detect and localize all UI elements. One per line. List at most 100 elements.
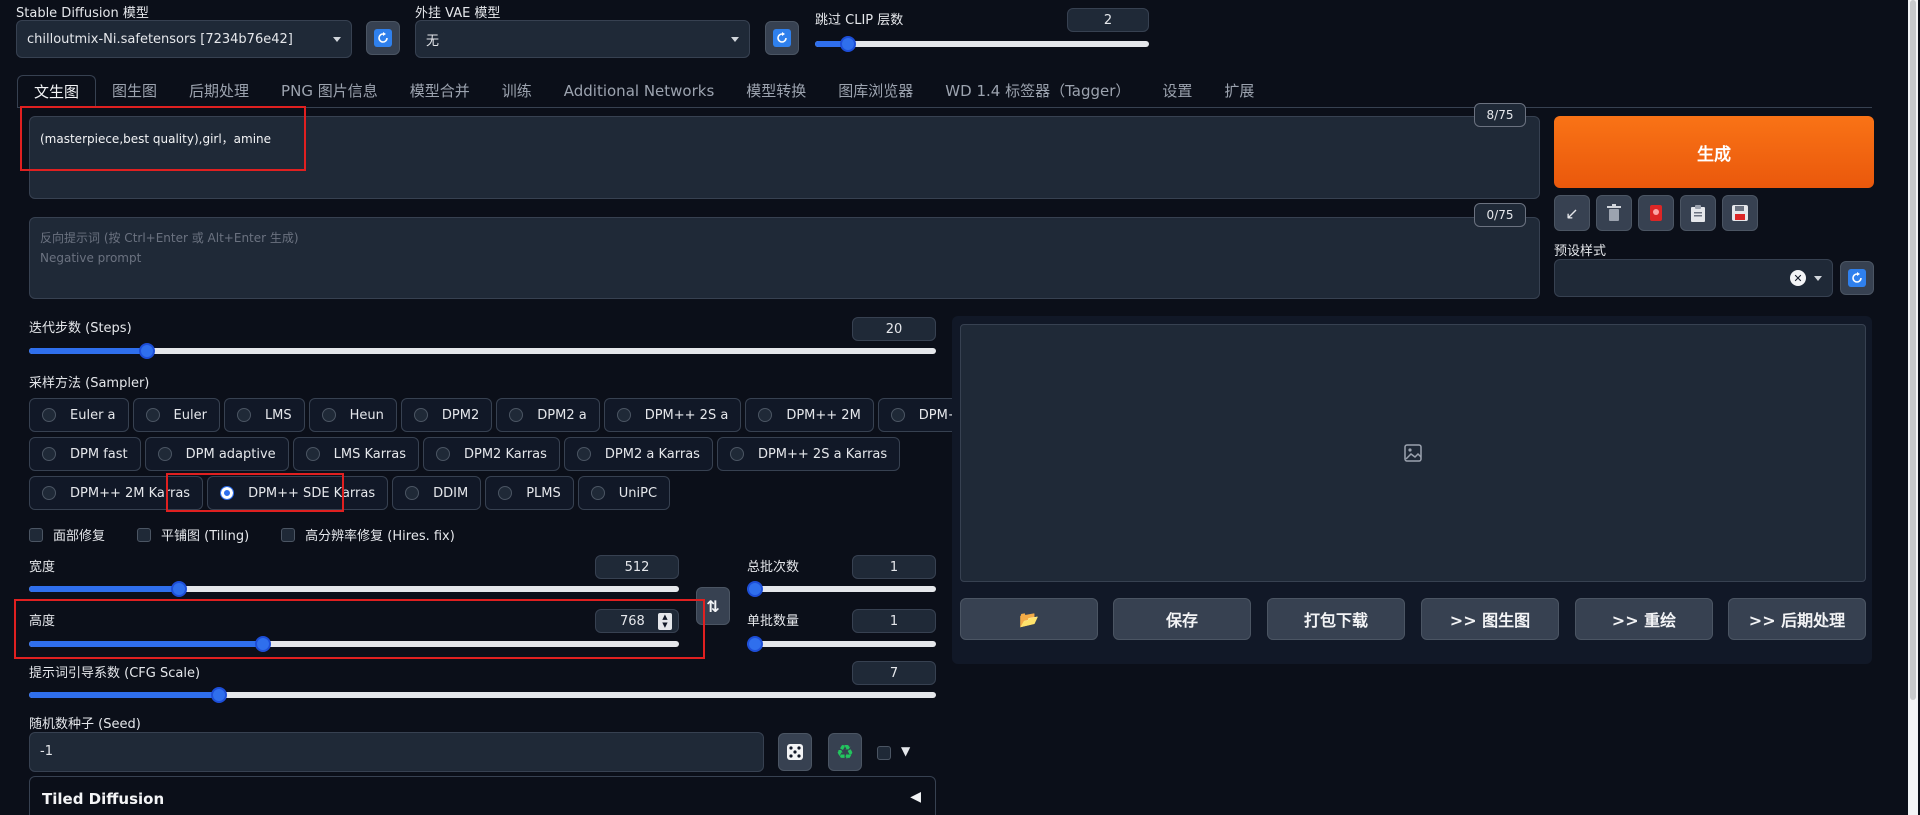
sampler-option[interactable]: DPM fast [29,437,141,471]
sampler-option[interactable]: Euler a [29,398,129,432]
tab-3[interactable]: PNG 图片信息 [265,75,394,108]
send-to-img2img-button[interactable]: >> 图生图 [1421,598,1559,640]
reuse-seed-button[interactable]: ♻ [828,733,862,771]
sampler-option[interactable]: LMS [223,398,305,432]
sampler-option[interactable]: DPM2 a [496,398,600,432]
sampler-option[interactable]: LMS Karras [292,437,419,471]
tab-0[interactable]: 文生图 [17,75,97,108]
batch-count-slider[interactable] [747,581,936,597]
seed-input[interactable]: -1 [29,732,764,772]
image-preview[interactable] [960,324,1866,582]
sampler-option[interactable]: PLMS [485,476,574,510]
clip-skip-slider[interactable] [815,36,1149,52]
extra-seed-checkbox[interactable] [877,746,891,760]
sampler-option-label: LMS Karras [333,446,406,462]
sampler-option[interactable]: UniPC [577,476,671,510]
save-style-button[interactable] [1722,195,1758,231]
slider-thumb[interactable] [170,581,187,597]
scrollbar-thumb[interactable] [1910,0,1916,700]
expand-triangle-icon[interactable]: ▼ [901,744,910,758]
tab-1[interactable]: 图生图 [96,75,173,108]
sampler-option[interactable]: DPM2 a Karras [563,437,713,471]
width-slider[interactable] [29,581,679,597]
radio-icon [576,447,591,461]
batch-count-input[interactable]: 1 [852,555,936,579]
sampler-option-label: Euler a [70,407,116,423]
refresh-icon [374,29,392,47]
sampler-option-label: DPM fast [70,446,128,462]
slider-fill [29,348,147,354]
sampler-option[interactable]: DPM adaptive [144,437,289,471]
batch-size-slider[interactable] [747,636,936,652]
sampler-option[interactable]: DPM++ 2S a Karras [716,437,901,471]
tab-7[interactable]: 模型转换 [730,75,822,108]
preset-styles-dropdown[interactable]: ✕ [1554,259,1833,297]
vae-dropdown[interactable]: 无 [415,20,750,58]
zip-download-button[interactable]: 打包下载 [1267,598,1405,640]
collapse-arrow-icon: ◀ [910,789,921,805]
show-extra-networks-button[interactable] [1638,195,1674,231]
negative-prompt-textarea[interactable]: 反向提示词 (按 Ctrl+Enter 或 Alt+Enter 生成) Nega… [29,217,1540,299]
tab-4[interactable]: 模型合并 [394,75,486,108]
random-seed-button[interactable] [778,733,812,771]
highlight-box [20,106,306,171]
sampler-option[interactable]: DDIM [392,476,482,510]
send-to-inpaint-button[interactable]: >> 重绘 [1575,598,1713,640]
tab-2[interactable]: 后期处理 [173,75,265,108]
sd-model-dropdown[interactable]: chilloutmix-Ni.safetensors [7234b76e42] [16,20,352,58]
sampler-option[interactable]: DPM++ 2M [745,398,874,432]
face-restore-checkbox[interactable] [29,527,43,542]
slider-thumb[interactable] [840,36,857,52]
clear-prompt-button[interactable] [1596,195,1632,231]
refresh-icon [1848,269,1866,287]
tiling-label: 平铺图 (Tiling) [161,529,250,544]
send-to-extras-button[interactable]: >> 后期处理 [1728,598,1866,640]
slider-thumb[interactable] [747,581,763,597]
refresh-styles-button[interactable] [1840,261,1874,295]
face-restore-label: 面部修复 [53,529,106,544]
radio-icon [890,408,905,422]
slider-fill [29,586,179,592]
clip-skip-input[interactable]: 2 [1067,8,1149,32]
sampler-option[interactable]: Euler [132,398,220,432]
sampler-option[interactable]: DPM2 [400,398,493,432]
tiling-checkbox[interactable] [137,527,152,542]
apply-style-button[interactable] [1680,195,1716,231]
sampler-option-label: Heun [349,407,384,423]
slider-thumb[interactable] [747,636,763,652]
tab-10[interactable]: 设置 [1146,75,1208,108]
open-folder-button[interactable]: 📂 [960,598,1098,640]
tab-6[interactable]: Additional Networks [548,75,731,108]
generate-button[interactable]: 生成 [1554,116,1874,188]
sampler-option-label: LMS [264,407,292,423]
cfg-slider[interactable] [29,687,936,703]
read-params-button[interactable]: ↙ [1554,195,1590,231]
tab-11[interactable]: 扩展 [1208,75,1270,108]
page-scrollbar[interactable] [1908,0,1918,815]
sampler-option-label: UniPC [618,485,658,501]
batch-size-input[interactable]: 1 [852,609,936,633]
sampler-option[interactable]: DPM++ 2S a [603,398,742,432]
slider-thumb[interactable] [211,687,228,703]
card-icon [1650,205,1662,221]
steps-slider[interactable] [29,343,936,359]
tiled-diffusion-accordion[interactable]: Tiled Diffusion ◀ [29,776,936,815]
sampler-option[interactable]: DPM2 Karras [422,437,560,471]
cfg-input[interactable]: 7 [852,661,936,685]
steps-input[interactable]: 20 [852,317,936,341]
radio-icon [321,408,336,422]
refresh-models-button[interactable] [366,21,400,55]
sampler-option[interactable]: Heun [308,398,397,432]
sampler-option-label: DPM2 Karras [463,446,547,462]
options-checkboxes: 面部修复 平铺图 (Tiling) 高分辨率修复 (Hires. fix) [29,525,455,544]
hires-fix-checkbox[interactable] [281,527,296,542]
width-input[interactable]: 512 [595,555,679,579]
refresh-vae-button[interactable] [765,21,799,55]
tab-5[interactable]: 训练 [486,75,548,108]
save-button[interactable]: 保存 [1113,598,1251,640]
tab-8[interactable]: 图库浏览器 [822,75,929,108]
radio-icon [236,408,251,422]
tab-9[interactable]: WD 1.4 标签器（Tagger） [929,75,1146,108]
slider-thumb[interactable] [138,343,155,359]
clear-icon[interactable]: ✕ [1790,270,1806,286]
